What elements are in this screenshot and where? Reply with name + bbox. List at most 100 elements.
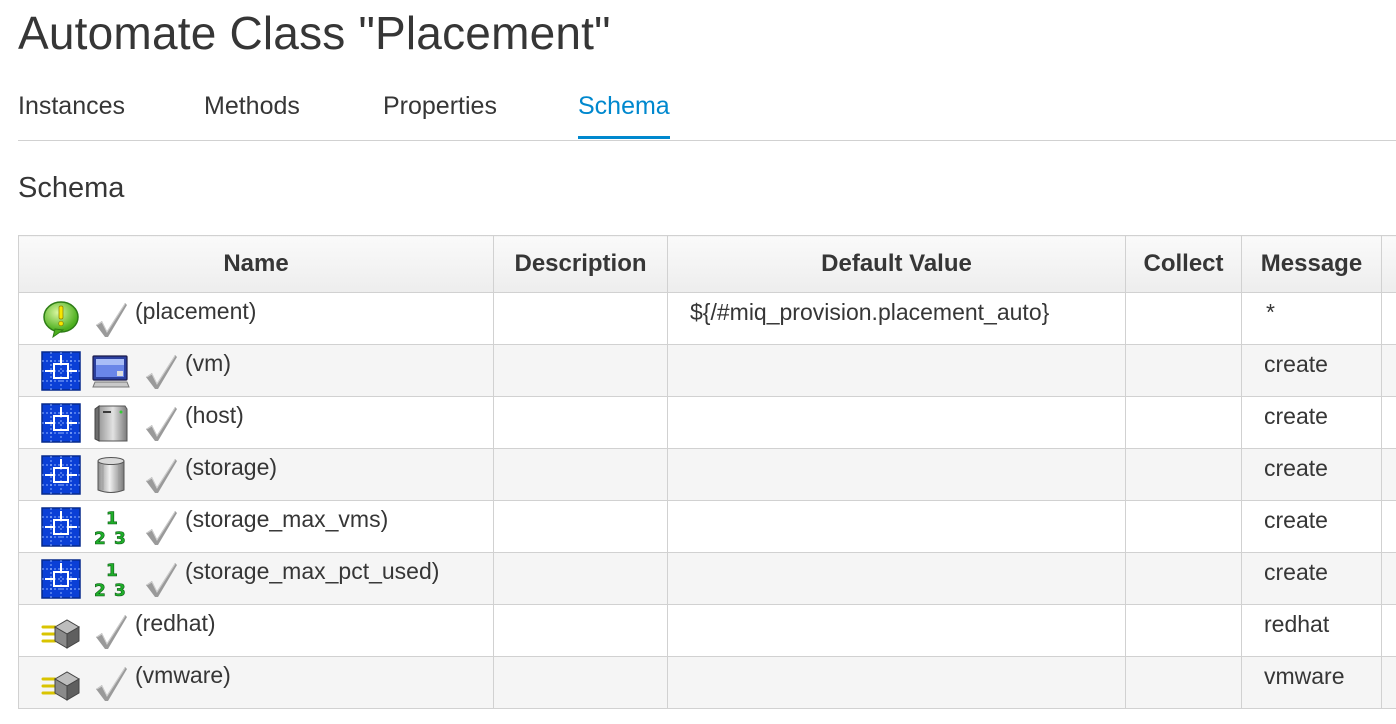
table-row[interactable]: 123 (storage_max_pct_used) create <box>18 552 1396 605</box>
default-value: ${/#miq_provision.placement_auto} <box>690 299 1050 325</box>
svg-text:3: 3 <box>114 529 126 547</box>
default-value-cell: ${/#miq_provision.placement_auto} <box>667 292 1126 345</box>
message-cell: create <box>1241 396 1382 449</box>
integer-123-icon: 123 <box>91 559 131 599</box>
default-value <box>669 450 1125 456</box>
tab-schema[interactable]: Schema <box>578 92 670 139</box>
extra-cell <box>1381 656 1396 709</box>
relationship-grid-icon <box>41 350 81 391</box>
name-cell: 123 (storage_max_vms) <box>18 500 494 553</box>
checkmark-icon <box>91 611 127 651</box>
collect-cell <box>1125 500 1242 553</box>
table-header-row: Name Description Default Value Collect M… <box>18 235 1396 293</box>
description-cell <box>493 604 668 657</box>
collect-cell <box>1125 552 1242 605</box>
extra-cell <box>1381 500 1396 553</box>
description-cell <box>493 552 668 605</box>
field-name: (storage_max_vms) <box>185 506 389 532</box>
field-name: (vm) <box>185 350 231 376</box>
svg-text:2: 2 <box>94 529 106 547</box>
name-cell: (redhat) <box>18 604 494 657</box>
default-value-cell <box>667 500 1126 553</box>
table-row[interactable]: (host) create <box>18 396 1396 449</box>
page-title: Automate Class "Placement" <box>18 7 611 59</box>
checkmark-icon <box>141 455 177 495</box>
column-header-extra <box>1381 235 1396 293</box>
message-value: redhat <box>1264 611 1330 637</box>
default-value <box>669 502 1125 508</box>
table-row[interactable]: (placement) ${/#miq_provision.placement_… <box>18 292 1396 345</box>
field-name: (host) <box>185 402 244 428</box>
description-cell <box>493 448 668 501</box>
default-value <box>669 346 1125 352</box>
description-cell <box>493 656 668 709</box>
checkmark-icon <box>141 559 177 599</box>
collect-cell <box>1125 604 1242 657</box>
table-row[interactable]: 123 (storage_max_vms) create <box>18 500 1396 553</box>
column-header-description[interactable]: Description <box>493 235 668 293</box>
method-cube-icon <box>41 611 81 651</box>
default-value-cell <box>667 344 1126 397</box>
server-box-icon <box>91 403 131 443</box>
message-cell: vmware <box>1241 656 1382 709</box>
collect-cell <box>1125 448 1242 501</box>
message-value: create <box>1264 559 1328 585</box>
schema-table: Name Description Default Value Collect M… <box>18 235 1396 709</box>
extra-cell <box>1381 448 1396 501</box>
relationship-grid-icon <box>41 506 81 547</box>
tab-methods[interactable]: Methods <box>204 92 300 139</box>
column-header-default-value[interactable]: Default Value <box>667 235 1126 293</box>
extra-cell <box>1381 604 1396 657</box>
section-title: Schema <box>18 172 125 204</box>
svg-text:1: 1 <box>106 509 118 529</box>
relationship-grid-icon <box>41 454 81 495</box>
table-row[interactable]: (vm) create <box>18 344 1396 397</box>
field-name: (redhat) <box>135 610 216 636</box>
default-value-cell <box>667 656 1126 709</box>
relationship-grid-icon <box>41 402 81 443</box>
message-value: vmware <box>1264 663 1345 689</box>
message-value: create <box>1264 507 1328 533</box>
relationship-grid-icon <box>41 558 81 599</box>
default-value-cell <box>667 604 1126 657</box>
message-cell: create <box>1241 500 1382 553</box>
message-cell: create <box>1241 552 1382 605</box>
message-value: create <box>1264 403 1328 429</box>
checkmark-icon <box>141 507 177 547</box>
description-cell <box>493 500 668 553</box>
name-cell: (storage) <box>18 448 494 501</box>
message-value: create <box>1264 455 1328 481</box>
svg-text:3: 3 <box>114 581 126 599</box>
column-header-message[interactable]: Message <box>1241 235 1382 293</box>
column-header-collect[interactable]: Collect <box>1125 235 1242 293</box>
message-cell: create <box>1241 448 1382 501</box>
table-row[interactable]: (storage) create <box>18 448 1396 501</box>
description-cell <box>493 292 668 345</box>
collect-cell <box>1125 292 1242 345</box>
checkmark-icon <box>141 403 177 443</box>
monitor-icon <box>91 351 131 391</box>
field-name: (storage) <box>185 454 278 480</box>
table-row[interactable]: (vmware) vmware <box>18 656 1396 709</box>
extra-cell <box>1381 344 1396 397</box>
message-cell: * <box>1241 292 1382 345</box>
name-cell: (placement) <box>18 292 494 345</box>
name-cell: (vm) <box>18 344 494 397</box>
extra-cell <box>1381 396 1396 449</box>
exclamation-bubble-icon <box>41 299 81 339</box>
extra-cell <box>1381 552 1396 605</box>
collect-cell <box>1125 656 1242 709</box>
storage-cylinder-icon <box>91 455 131 495</box>
message-value: create <box>1264 351 1328 377</box>
message-cell: redhat <box>1241 604 1382 657</box>
column-header-name[interactable]: Name <box>18 235 494 293</box>
tab-instances[interactable]: Instances <box>18 92 125 139</box>
table-row[interactable]: (redhat) redhat <box>18 604 1396 657</box>
checkmark-icon <box>91 299 127 339</box>
tab-bar: Instances Methods Properties Schema <box>18 88 1396 141</box>
field-name: (storage_max_pct_used) <box>185 558 440 584</box>
tab-properties[interactable]: Properties <box>383 92 497 139</box>
description-cell <box>493 344 668 397</box>
field-name: (vmware) <box>135 662 231 688</box>
default-value-cell <box>667 448 1126 501</box>
